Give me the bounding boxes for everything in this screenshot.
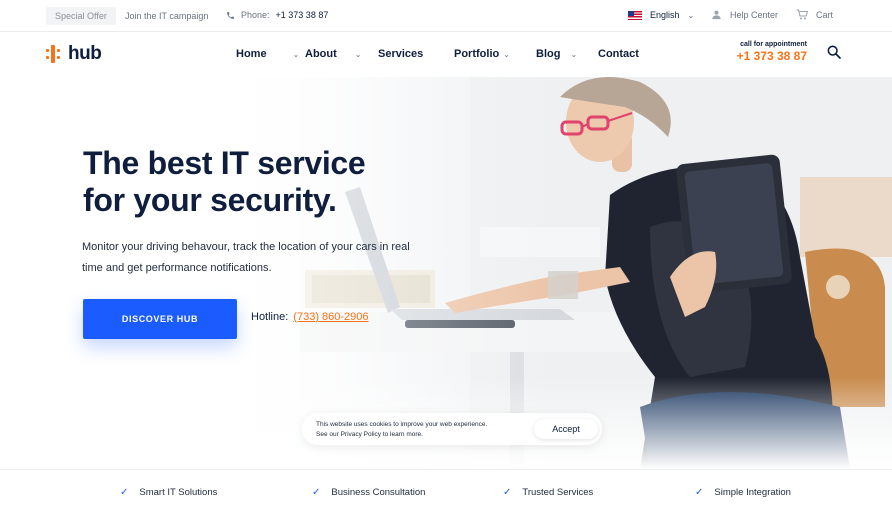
nav-item-about[interactable]: About ⌄ <box>305 48 361 60</box>
cookie-banner: This website uses cookies to improve you… <box>302 413 602 445</box>
special-offer-badge[interactable]: Special Offer <box>46 7 116 25</box>
phone-number: +1 373 38 87 <box>275 10 329 20</box>
check-icon: ✓ <box>312 487 321 498</box>
nav-label-blog: Blog <box>536 48 561 60</box>
phone-icon <box>227 11 234 19</box>
feature-label: Smart IT Solutions <box>139 487 218 498</box>
check-icon: ✓ <box>120 487 129 498</box>
appointment-block[interactable]: call for appointment +1 373 38 87 <box>733 41 807 63</box>
nav-item-portfolio[interactable]: Portfolio ⌄ <box>454 48 510 60</box>
user-icon <box>712 10 721 20</box>
cart-label: Cart <box>816 9 834 20</box>
chevron-down-icon: ⌄ <box>570 49 578 59</box>
language-label: English <box>650 10 680 20</box>
language-selector[interactable]: English ⌄ <box>628 10 694 20</box>
logo-mark-icon <box>46 45 60 63</box>
chevron-down-icon: ⌄ <box>292 49 300 59</box>
nav-item-contact[interactable]: Contact <box>598 48 639 60</box>
top-bar: Special Offer Join the IT campaign Phone… <box>0 0 892 32</box>
feature-label: Simple Integration <box>714 487 791 498</box>
help-center-link[interactable]: Help Center <box>711 9 778 20</box>
logo-text: hub <box>68 43 102 64</box>
nav-label-services: Services <box>378 48 424 60</box>
search-icon[interactable] <box>826 44 842 60</box>
feature-item: ✓ Trusted Services <box>503 487 593 498</box>
cookie-line2[interactable]: See our Privacy Policy to learn more. <box>316 430 526 440</box>
hotline: Hotline: (733) 860-2906 <box>251 311 369 323</box>
hero-headline: The best IT service for your security. <box>83 145 413 219</box>
chevron-down-icon: ⌄ <box>687 10 695 20</box>
us-flag-icon <box>628 10 642 20</box>
nav-label-contact: Contact <box>598 48 639 60</box>
hero-headline-line2: for your security. <box>83 182 337 218</box>
chevron-down-icon: ⌄ <box>354 49 362 59</box>
nav-label-about: About <box>305 48 337 60</box>
campaign-link[interactable]: Join the IT campaign <box>125 11 208 21</box>
appointment-number: +1 373 38 87 <box>736 49 807 63</box>
hotline-number[interactable]: (733) 860-2906 <box>293 311 368 323</box>
hotline-label: Hotline: <box>251 311 289 323</box>
hero-section: The best IT service for your security. M… <box>0 77 892 469</box>
phone-label: Phone: <box>241 10 270 20</box>
cookie-line1: This website uses cookies to improve you… <box>316 421 488 428</box>
check-icon: ✓ <box>695 487 704 498</box>
nav-label-portfolio: Portfolio <box>454 48 500 60</box>
nav-label-home: Home <box>236 48 267 60</box>
hero-headline-line1: The best IT service <box>83 145 366 181</box>
cookie-message: This website uses cookies to improve you… <box>316 420 526 440</box>
hero-description: Monitor your driving behavour, track the… <box>82 241 410 274</box>
feature-label: Business Consultation <box>331 487 426 498</box>
chevron-down-icon: ⌄ <box>503 49 510 59</box>
feature-item: ✓ Smart IT Solutions <box>120 487 217 498</box>
cart-icon <box>796 9 808 20</box>
feature-label: Trusted Services <box>522 487 594 498</box>
cart-link[interactable]: Cart <box>796 9 833 20</box>
features-bar: ✓ Smart IT Solutions ✓ Business Consulta… <box>0 469 892 514</box>
logo[interactable]: hub <box>46 43 102 65</box>
nav-item-services[interactable]: Services <box>378 48 423 60</box>
check-icon: ✓ <box>503 487 512 498</box>
appointment-label: call for appointment <box>740 41 807 48</box>
nav-item-blog[interactable]: Blog ⌄ <box>536 48 577 60</box>
topbar-phone[interactable]: Phone: +1 373 38 87 <box>226 10 328 20</box>
nav-item-home[interactable]: Home ⌄ <box>236 48 299 60</box>
accept-cookies-button[interactable]: Accept <box>534 419 598 439</box>
feature-item: ✓ Business Consultation <box>312 487 425 498</box>
feature-item: ✓ Simple Integration <box>695 487 791 498</box>
discover-hub-button[interactable]: DISCOVER HUB <box>83 299 237 339</box>
help-center-label: Help Center <box>730 9 779 20</box>
main-nav: hub Home ⌄ About ⌄ Services Portfolio ⌄ … <box>0 33 892 77</box>
